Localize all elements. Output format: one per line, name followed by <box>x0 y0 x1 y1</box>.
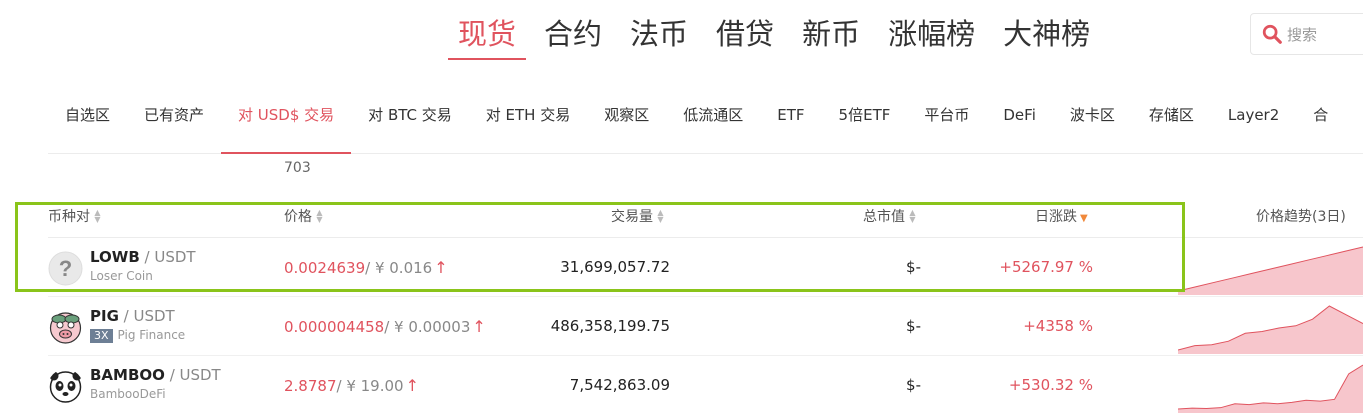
sparkline <box>1178 246 1363 295</box>
svg-text:?: ? <box>59 256 72 281</box>
leverage-badge: 3X <box>90 329 113 343</box>
tab-lending[interactable]: 借贷 <box>716 14 774 62</box>
coin-full-name: 3X Pig Finance <box>90 328 185 343</box>
coin-pair: BAMBOO / USDT <box>90 366 221 384</box>
sub-tab-storage[interactable]: 存储区 <box>1132 92 1211 153</box>
tab-contract[interactable]: 合约 <box>544 14 602 62</box>
sort-icon: ▲ ▼ <box>94 208 101 224</box>
coin-symbol: BAMBOO <box>90 366 165 384</box>
pair-count: 703 <box>284 160 311 176</box>
up-arrow-icon: ↑ <box>472 317 486 336</box>
header-price[interactable]: 价格 ▲ ▼ <box>284 206 324 226</box>
sparkline-area <box>1178 247 1363 295</box>
sub-tab-platform[interactable]: 平台币 <box>907 92 986 153</box>
price-usd: 0.000004458 <box>284 318 385 336</box>
coin-symbol: LOWB <box>90 248 140 266</box>
coin-quote: / USDT <box>144 248 196 266</box>
header-price-trend: 价格趋势(3日) <box>1256 209 1346 225</box>
up-arrow-icon: ↑ <box>434 258 448 277</box>
sub-tab-5x-etf[interactable]: 5倍ETF <box>822 92 908 153</box>
sparkline <box>1178 305 1363 354</box>
market-cap: $- <box>906 317 921 335</box>
sub-tab-layer2[interactable]: Layer2 <box>1211 92 1296 153</box>
search-input[interactable]: 搜索 <box>1250 13 1363 55</box>
price-cny: / ¥ 0.00003 <box>384 318 471 336</box>
volume: 7,542,863.09 <box>569 376 670 394</box>
sort-icon: ▲ ▼ <box>909 208 916 224</box>
main-tabs: 现货 合约 法币 借贷 新币 涨幅榜 大神榜 <box>447 14 1118 62</box>
sub-tab-etf[interactable]: ETF <box>760 92 821 153</box>
up-arrow-icon: ↑ <box>405 376 419 395</box>
price: 0.0024639/ ¥ 0.016 ↑ <box>284 258 448 277</box>
tab-new-coins[interactable]: 新币 <box>802 14 860 62</box>
header-daily-change[interactable]: 日涨跌 ▼ <box>1035 206 1088 226</box>
pig-logo-icon <box>49 312 82 344</box>
sub-tab-eth[interactable]: 对 ETH 交易 <box>469 92 587 153</box>
tab-fiat[interactable]: 法币 <box>630 14 688 62</box>
sub-tab-btc[interactable]: 对 BTC 交易 <box>351 92 469 153</box>
sub-tabs: 自选区 已有资产 对 USD$ 交易 对 BTC 交易 对 ETH 交易 观察区… <box>48 92 1363 154</box>
tab-spot[interactable]: 现货 <box>447 14 527 62</box>
coin-pair: PIG / USDT <box>90 307 175 325</box>
tab-gainers[interactable]: 涨幅榜 <box>888 14 975 62</box>
sub-tab-holdings[interactable]: 已有资产 <box>127 92 221 153</box>
coin-full-name: Loser Coin <box>90 269 153 283</box>
price-usd: 2.8787 <box>284 377 337 395</box>
volume: 486,358,199.75 <box>550 317 670 335</box>
search-icon <box>1262 24 1282 44</box>
coin-full-name-text: Pig Finance <box>117 328 186 342</box>
sub-tab-favorites[interactable]: 自选区 <box>48 92 127 153</box>
daily-change: +4358 % <box>1023 317 1093 335</box>
sub-tab-usds[interactable]: 对 USD$ 交易 <box>221 92 352 154</box>
sparkline-area <box>1178 365 1363 413</box>
panda-logo-icon <box>49 371 82 403</box>
table-row[interactable]: ? LOWB / USDT Loser Coin 0.0024639/ ¥ 0.… <box>48 239 1363 297</box>
tab-top-traders[interactable]: 大神榜 <box>1003 14 1090 62</box>
table-row[interactable]: PIG / USDT 3X Pig Finance 0.000004458/ ¥ … <box>48 298 1363 356</box>
header-pair[interactable]: 币种对 ▲ ▼ <box>48 206 102 226</box>
market-cap: $- <box>906 258 921 276</box>
market-cap: $- <box>906 376 921 394</box>
coin-symbol: PIG <box>90 307 119 325</box>
volume: 31,699,057.72 <box>560 258 670 276</box>
question-mark-icon: ? <box>48 251 83 286</box>
coin-quote: / USDT <box>169 366 221 384</box>
table-header: 币种对 ▲ ▼ 价格 ▲ ▼ 交易量 ▲ ▼ 总市值 ▲ ▼ 日涨跌 ▼ 价格趋势(3日… <box>48 200 1363 238</box>
sub-tab-watch[interactable]: 观察区 <box>587 92 666 153</box>
price: 2.8787/ ¥ 19.00 ↑ <box>284 376 419 395</box>
coin-pair: LOWB / USDT <box>90 248 196 266</box>
sparkline <box>1178 364 1363 413</box>
header-volume[interactable]: 交易量 ▲ ▼ <box>611 206 665 226</box>
price-usd: 0.0024639 <box>284 259 366 277</box>
sub-tab-defi[interactable]: DeFi <box>986 92 1052 153</box>
search-placeholder: 搜索 <box>1287 25 1318 44</box>
sub-tab-polkadot[interactable]: 波卡区 <box>1053 92 1132 153</box>
price-cny: / ¥ 19.00 <box>336 377 404 395</box>
sort-icon: ▲ ▼ <box>657 208 664 224</box>
sub-tab-more[interactable]: 合 <box>1296 92 1345 153</box>
sort-icon: ▲ ▼ <box>316 208 323 224</box>
price: 0.000004458/ ¥ 0.00003 ↑ <box>284 317 486 336</box>
header-market-cap[interactable]: 总市值 ▲ ▼ <box>863 206 917 226</box>
sort-desc-icon: ▼ <box>1080 213 1088 224</box>
daily-change: +530.32 % <box>1008 376 1093 394</box>
coin-full-name: BambooDeFi <box>90 387 166 401</box>
price-cny: / ¥ 0.016 <box>365 259 433 277</box>
sub-tab-low-circulation[interactable]: 低流通区 <box>666 92 760 153</box>
table-row[interactable]: BAMBOO / USDT BambooDeFi 2.8787/ ¥ 19.00… <box>48 357 1363 413</box>
coin-quote: / USDT <box>123 307 175 325</box>
daily-change: +5267.97 % <box>999 258 1093 276</box>
